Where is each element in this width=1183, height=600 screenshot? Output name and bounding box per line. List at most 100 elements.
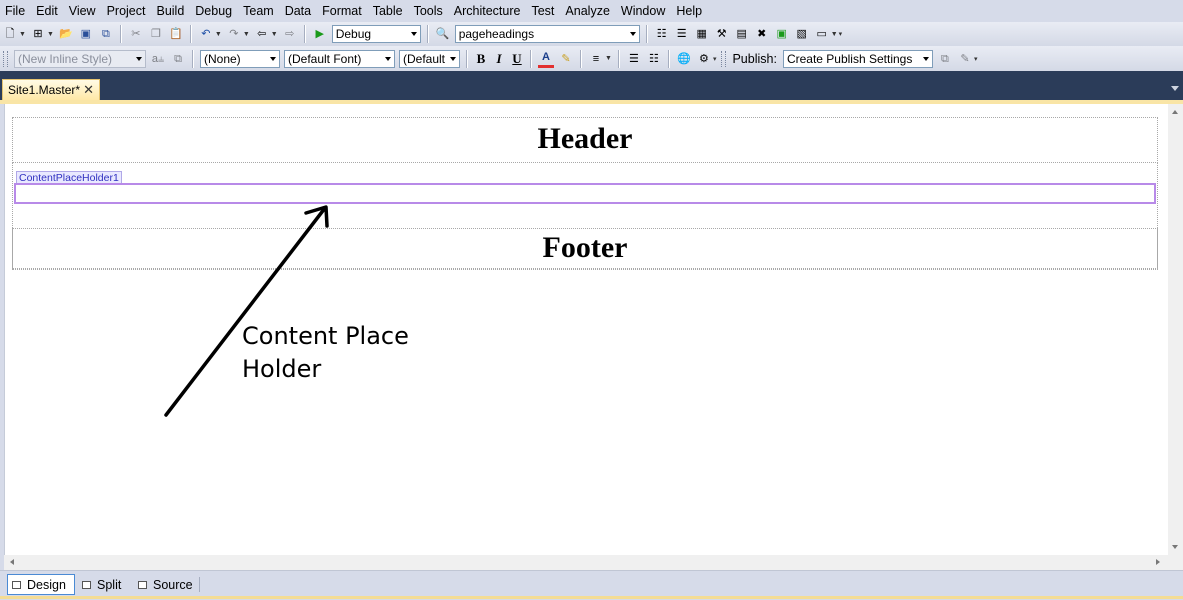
menu-edit[interactable]: Edit [31,0,64,22]
menu-file[interactable]: File [0,0,31,22]
scroll-left-icon[interactable] [10,559,14,565]
align-icon[interactable]: ≡ [588,51,604,67]
bulleted-list-icon[interactable]: ☰ [626,51,642,67]
add-item-icon[interactable]: ⊞ [30,26,46,42]
find-in-files-icon[interactable]: 🔍 [435,26,451,42]
horizontal-scrollbar[interactable] [4,555,1168,570]
team-explorer-icon[interactable]: ▣ [774,26,790,42]
tab-design[interactable]: Design [7,574,75,595]
menu-table[interactable]: Table [368,0,409,22]
annotation-text: Content Place Holder [242,320,442,386]
header-heading: Header [537,122,633,155]
publish-web-icon[interactable]: ⧉ [937,51,953,67]
hyperlink-icon[interactable]: 🌐 [676,51,692,67]
scroll-up-icon[interactable] [1172,110,1178,114]
reuse-style-icon[interactable]: ⧉ [170,51,186,67]
publish-settings-select[interactable]: Create Publish Settings [782,49,933,68]
menu-window[interactable]: Window [616,0,671,22]
scrollbar-corner [1168,555,1183,570]
properties-icon[interactable]: ☰ [674,26,690,42]
annotation-line-1: Content Place [242,322,409,350]
document-tab-strip: Site1.Master* ✕ [0,71,1183,100]
tools-icon[interactable]: ✖ [754,26,770,42]
menu-build[interactable]: Build [151,0,190,22]
scroll-down-icon[interactable] [1172,545,1178,549]
redo-icon[interactable]: ↷ [226,26,242,42]
server-explorer-icon[interactable]: ▧ [794,26,810,42]
menu-format[interactable]: Format [317,0,368,22]
navigate-dropdown-icon[interactable]: ▼ [271,31,278,38]
save-icon[interactable]: ▣ [78,26,94,42]
open-file-icon[interactable]: 📂 [58,26,74,42]
tab-source[interactable]: Source [134,574,199,595]
object-browser-icon[interactable]: ▦ [694,26,710,42]
toolbar-options-icon[interactable]: ▾ [974,55,978,63]
numbered-list-icon[interactable]: ☷ [646,51,662,67]
menu-tools[interactable]: Tools [409,0,449,22]
font-name-select[interactable]: (Default Font) [284,49,395,68]
toolbar-options-icon[interactable]: ▾ [713,55,717,63]
menu-team[interactable]: Team [238,0,280,22]
vertical-scrollbar[interactable] [1168,104,1183,555]
new-project-dropdown-icon[interactable]: ▼ [19,31,26,38]
undo-dropdown-icon[interactable]: ▼ [215,31,222,38]
font-size-select[interactable]: (Default [399,49,460,68]
start-page-icon[interactable]: ▤ [734,26,750,42]
navigate-backward-icon[interactable]: ⇦ [254,26,270,42]
menu-debug[interactable]: Debug [190,0,238,22]
content-placeholder-region[interactable] [14,183,1156,204]
new-project-icon[interactable]: 🗋 [2,26,18,42]
foreground-color-icon[interactable]: A [538,49,554,68]
publish-settings-icon[interactable]: ✎ [957,51,973,67]
footer-region[interactable]: Footer [12,228,1158,269]
block-format-select[interactable]: (None) [200,49,280,68]
scroll-right-icon[interactable] [1156,559,1160,565]
solution-explorer-icon[interactable]: ☷ [654,26,670,42]
menu-analyze[interactable]: Analyze [560,0,615,22]
paste-icon[interactable]: 📋 [168,26,184,42]
bold-button[interactable]: B [472,51,490,67]
redo-dropdown-icon[interactable]: ▼ [243,31,250,38]
toolbar-grip[interactable] [721,50,727,67]
separator [192,49,194,68]
add-item-dropdown-icon[interactable]: ▼ [47,31,54,38]
toolbox-icon[interactable]: ⚒ [714,26,730,42]
header-region[interactable]: Header [12,117,1158,163]
menu-test[interactable]: Test [526,0,560,22]
undo-icon[interactable]: ↶ [198,26,214,42]
italic-button[interactable]: I [490,51,508,67]
format-options-icon[interactable]: ⚙ [696,51,712,67]
tab-design-label: Design [27,577,66,592]
menu-help[interactable]: Help [671,0,708,22]
find-combo[interactable]: pageheadings [454,25,640,43]
command-dropdown-icon[interactable]: ▼ [831,31,838,38]
underline-button[interactable]: U [508,51,526,67]
publish-settings-value: Create Publish Settings [786,51,913,66]
copy-icon[interactable]: ❐ [148,26,164,42]
target-rule-select[interactable]: (New Inline Style) [14,49,146,68]
align-dropdown-icon[interactable]: ▼ [605,55,612,62]
design-view-icon [12,580,21,589]
toolbar-options-icon[interactable]: ▾ [839,30,843,38]
navigate-forward-icon[interactable]: ⇨ [282,26,298,42]
start-debugging-icon[interactable]: ▶ [312,26,328,42]
menu-project[interactable]: Project [102,0,152,22]
tab-split[interactable]: Split [78,574,127,595]
apply-style-icon[interactable]: a⫨ [150,51,166,67]
target-rule-value: (New Inline Style) [18,51,113,66]
source-view-icon [138,580,147,589]
cut-icon[interactable]: ✂ [128,26,144,42]
menu-view[interactable]: View [64,0,102,22]
solution-configuration-select[interactable]: Debug [331,25,421,43]
formatting-toolbar: (New Inline Style) a⫨ ⧉ (None) (Default … [0,46,1183,71]
background-color-icon[interactable]: ✎ [558,51,574,67]
save-all-icon[interactable]: ⧉ [98,26,114,42]
toolbar-grip[interactable] [3,50,8,67]
tab-site1-master[interactable]: Site1.Master* ✕ [2,79,100,100]
tab-list-dropdown-icon[interactable] [1171,86,1179,91]
command-window-icon[interactable]: ▭ [814,26,830,42]
menu-data[interactable]: Data [280,0,317,22]
menu-bar: File Edit View Project Build Debug Team Data For… [0,0,1183,22]
menu-architecture[interactable]: Architecture [449,0,527,22]
close-icon[interactable]: ✕ [83,82,94,98]
